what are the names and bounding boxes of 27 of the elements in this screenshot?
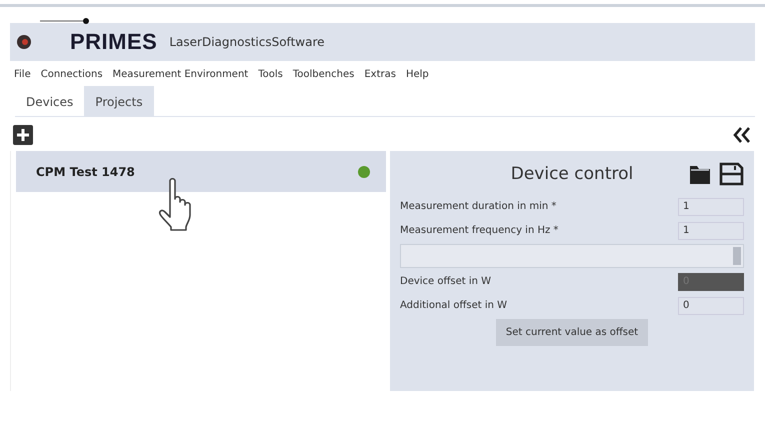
wide-field[interactable] (400, 244, 744, 268)
menu-item[interactable]: Toolbenches (292, 69, 354, 80)
menu-item[interactable]: Measurement Environment (112, 69, 248, 80)
brand-line-icon (40, 17, 90, 25)
device-name: CPM Test 1478 (36, 164, 135, 178)
save-icon[interactable] (718, 161, 744, 187)
field-label: Measurement frequency in Hz * (400, 225, 558, 236)
window-title: LaserDiagnosticsSoftware (169, 35, 324, 49)
menu-item[interactable]: Connections (40, 69, 103, 80)
brand-name: PRIMES (70, 29, 158, 55)
menu-item[interactable]: Tools (258, 69, 283, 80)
add-icon[interactable] (13, 125, 33, 145)
input-field[interactable]: 1 (678, 198, 744, 216)
collapse-icon[interactable] (732, 126, 752, 144)
menu-item[interactable]: File (14, 69, 31, 80)
field-label: Additional offset in W (400, 300, 508, 311)
panel-title: Device control (510, 164, 634, 184)
menu-item[interactable]: Help (406, 69, 429, 80)
menu-item[interactable]: Extras (364, 69, 396, 80)
tab[interactable]: Projects (84, 86, 154, 116)
device-item[interactable]: CPM Test 1478 (16, 151, 386, 192)
field-label: Measurement duration in min * (400, 201, 556, 212)
input-field[interactable]: 1 (678, 222, 744, 240)
logo-icon (16, 34, 32, 50)
set-offset-button[interactable]: Set current value as offset (496, 319, 648, 346)
field-label: Device offset in W (400, 276, 492, 287)
input-field[interactable]: 0 (678, 296, 744, 314)
